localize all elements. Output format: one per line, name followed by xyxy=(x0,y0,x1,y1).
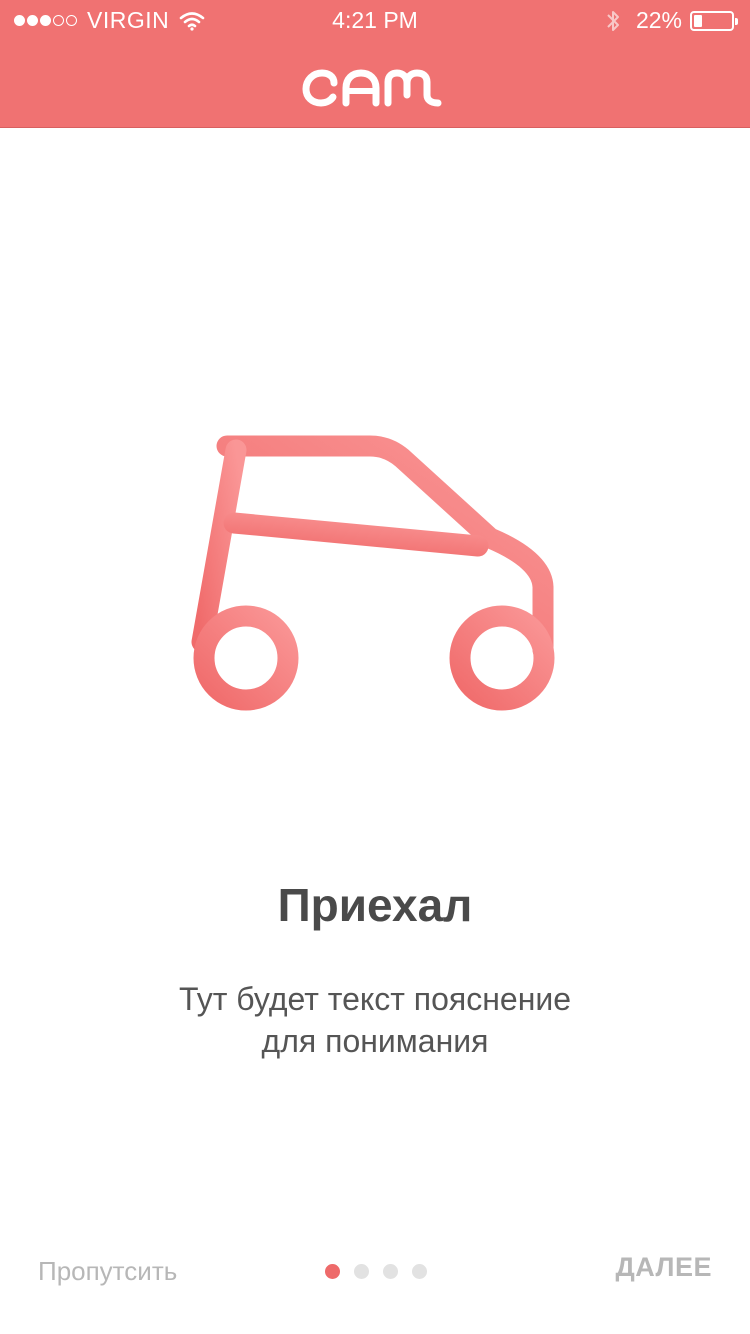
description-line: для понимания xyxy=(261,1023,489,1059)
bluetooth-icon xyxy=(607,10,619,31)
page-dot[interactable] xyxy=(383,1264,398,1279)
page-dot-active[interactable] xyxy=(325,1264,340,1279)
skip-button[interactable]: Пропутсить xyxy=(38,1256,177,1287)
description-line: Тут будет текст пояснение xyxy=(178,981,572,1017)
app-logo xyxy=(302,69,442,107)
next-button[interactable]: ДАЛЕЕ xyxy=(615,1252,712,1283)
page-indicator[interactable] xyxy=(318,1264,434,1279)
onboarding-title: Приехал xyxy=(277,879,473,931)
battery-group: 22% xyxy=(604,7,738,34)
page-dot[interactable] xyxy=(412,1264,427,1279)
status-bar: VIRGIN 4:21 PM 22% xyxy=(0,0,750,40)
battery-percent: 22% xyxy=(635,7,682,33)
app-header: VIRGIN 4:21 PM 22% xyxy=(0,0,750,128)
battery-level-fill xyxy=(694,14,702,27)
car-icon xyxy=(191,435,555,711)
battery-tip xyxy=(735,17,738,25)
battery-icon xyxy=(690,10,738,31)
onboarding-description: Тут будет текст пояснение для понимания xyxy=(0,978,750,1062)
page-dot[interactable] xyxy=(354,1264,369,1279)
